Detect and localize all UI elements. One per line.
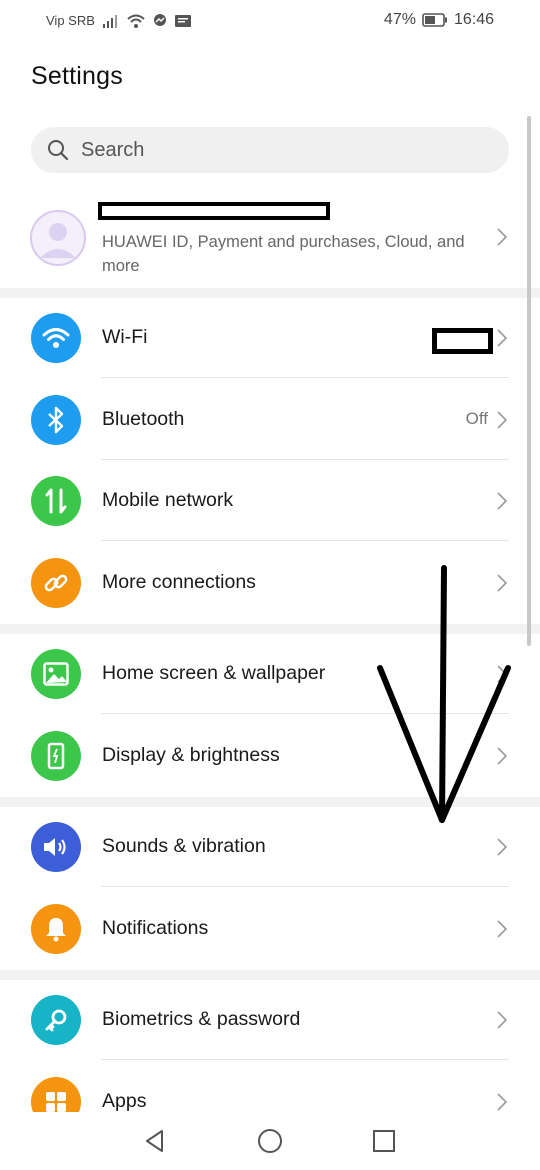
- row-separator: [101, 713, 509, 714]
- chevron-right-icon: [497, 329, 507, 347]
- settings-item-label: Bluetooth: [102, 408, 185, 430]
- scrollbar[interactable]: [527, 116, 531, 646]
- speaker-icon: [31, 822, 81, 872]
- settings-item-home-screen[interactable]: Home screen & wallpaper: [0, 634, 540, 714]
- chevron-right-icon: [497, 574, 507, 592]
- bluetooth-status: Off: [465, 409, 488, 428]
- settings-item-label: Apps: [102, 1090, 147, 1112]
- settings-item-label: Sounds & vibration: [102, 835, 266, 857]
- back-icon[interactable]: [140, 1126, 170, 1156]
- messenger-icon: [153, 13, 166, 26]
- battery-percent: 47%: [383, 11, 416, 28]
- link-icon: [31, 558, 81, 608]
- settings-item-more-connections[interactable]: More connections: [0, 543, 540, 623]
- clock: 16:46: [453, 11, 494, 28]
- row-separator: [101, 459, 509, 460]
- search-bar[interactable]: [31, 127, 509, 173]
- bluetooth-icon: [31, 395, 81, 445]
- chevron-right-icon: [497, 228, 507, 246]
- navigation-bar: [0, 1112, 540, 1170]
- battery-icon: [422, 13, 447, 27]
- settings-item-biometrics[interactable]: Biometrics & password: [0, 980, 540, 1060]
- row-separator: [101, 540, 509, 541]
- chevron-right-icon: [497, 920, 507, 938]
- chevron-right-icon: [497, 492, 507, 510]
- wifi-status-icon: [127, 14, 145, 28]
- settings-item-mobile-network[interactable]: Mobile network: [0, 461, 540, 541]
- status-left: Vip SRB: [46, 13, 191, 28]
- settings-item-display[interactable]: Display & brightness: [0, 716, 540, 796]
- message-icon: [174, 14, 191, 27]
- recent-apps-icon[interactable]: [369, 1126, 399, 1156]
- row-separator: [101, 377, 509, 378]
- chevron-right-icon: [497, 1011, 507, 1029]
- row-separator: [101, 886, 509, 887]
- section-divider: [0, 624, 540, 634]
- display-icon: [31, 731, 81, 781]
- settings-item-label: Biometrics & password: [102, 1008, 301, 1030]
- settings-item-label: Mobile network: [102, 489, 234, 511]
- status-right: 47% 16:46: [384, 11, 494, 29]
- search-input[interactable]: [79, 137, 463, 163]
- settings-item-wifi[interactable]: Wi-Fi: [0, 298, 540, 378]
- settings-item-label: Home screen & wallpaper: [102, 662, 326, 684]
- chevron-right-icon: [497, 1093, 507, 1111]
- chevron-right-icon: [497, 411, 507, 429]
- section-divider: [0, 288, 540, 298]
- mobile-data-icon: [31, 476, 81, 526]
- settings-item-label: Display & brightness: [102, 744, 280, 766]
- account-row[interactable]: HUAWEI ID, Payment and purchases, Cloud,…: [0, 196, 540, 288]
- section-divider: [0, 797, 540, 807]
- settings-item-label: Notifications: [102, 917, 209, 939]
- avatar: [30, 210, 86, 266]
- key-icon: [31, 995, 81, 1045]
- settings-item-label: Wi-Fi: [102, 326, 148, 348]
- settings-item-sounds[interactable]: Sounds & vibration: [0, 807, 540, 887]
- home-icon[interactable]: [255, 1126, 285, 1156]
- row-separator: [101, 1059, 509, 1060]
- search-icon: [48, 140, 69, 161]
- settings-item-label: More connections: [102, 571, 256, 593]
- account-subtitle: HUAWEI ID, Payment and purchases, Cloud,…: [102, 233, 465, 275]
- image-icon: [31, 649, 81, 699]
- redacted-network-name: [432, 328, 493, 354]
- chevron-right-icon: [497, 747, 507, 765]
- carrier-name: Vip SRB: [46, 13, 95, 28]
- chevron-right-icon: [497, 665, 507, 683]
- settings-item-bluetooth[interactable]: Bluetooth Off: [0, 380, 540, 460]
- wifi-icon: [31, 313, 81, 363]
- page-title: Settings: [31, 62, 123, 90]
- settings-item-notifications[interactable]: Notifications: [0, 889, 540, 969]
- status-bar: Vip SRB 47% 16:46: [0, 0, 540, 44]
- user-avatar-icon: [40, 223, 76, 258]
- signal-icon: [102, 14, 117, 28]
- redacted-account-name: [98, 202, 330, 220]
- section-divider: [0, 970, 540, 980]
- bell-icon: [31, 904, 81, 954]
- chevron-right-icon: [497, 838, 507, 856]
